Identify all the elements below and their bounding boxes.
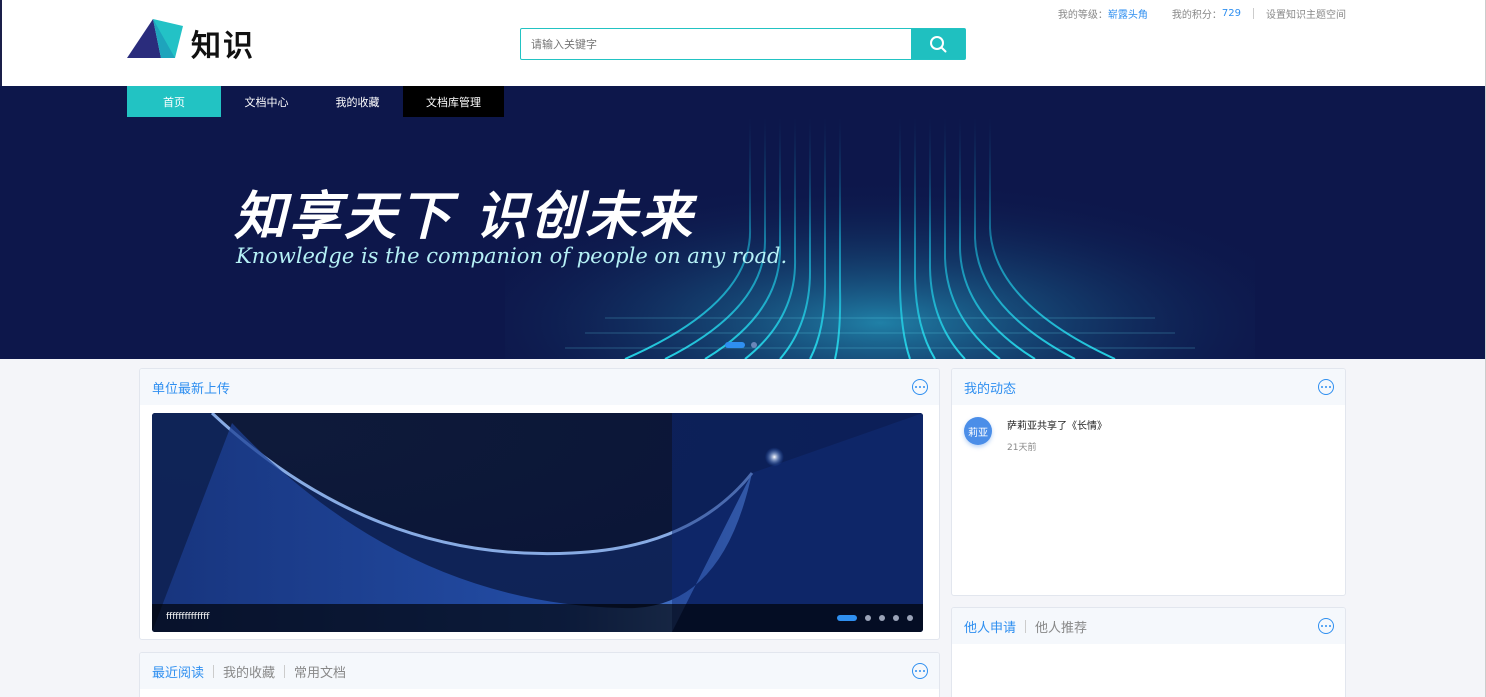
- carousel-dot-active[interactable]: [725, 342, 745, 348]
- banner-slogan-english: Knowledge is the companion of people on …: [236, 244, 788, 268]
- search-button[interactable]: [911, 29, 965, 59]
- nav-item-my-favorites[interactable]: 我的收藏: [312, 86, 403, 117]
- slide-dot[interactable]: [865, 615, 871, 621]
- settings-link[interactable]: 设置知识主题空间: [1266, 6, 1346, 21]
- reading-panel: 最近阅读 我的收藏 常用文档: [139, 652, 940, 697]
- divider: [284, 664, 286, 678]
- points-label: 我的积分：: [1171, 10, 1222, 21]
- divider: [213, 664, 215, 678]
- logo-text: 知识: [191, 29, 255, 64]
- panel-header: 我的动态: [952, 369, 1345, 405]
- slide-dot-active[interactable]: [837, 615, 857, 621]
- more-icon[interactable]: [912, 663, 928, 679]
- tab-common-documents[interactable]: 常用文档: [294, 662, 346, 681]
- tab-others-recommendations[interactable]: 他人推荐: [1035, 617, 1087, 636]
- my-activity-panel: 我的动态 莉亚 萨莉亚共享了《长情》 21天前: [951, 368, 1346, 596]
- more-icon[interactable]: [912, 379, 928, 395]
- activity-time: 21天前: [1007, 443, 1037, 453]
- more-icon[interactable]: [1318, 618, 1334, 634]
- logo-triangle-icon: [127, 19, 183, 58]
- slide-dot[interactable]: [879, 615, 885, 621]
- slide-dots: [837, 615, 913, 621]
- slide-caption-bar: ffffffffffffff: [152, 604, 923, 632]
- search-box: [520, 28, 966, 60]
- nav-item-library-management[interactable]: 文档库管理: [403, 86, 504, 117]
- window-edge: [0, 0, 2, 86]
- panel-header: 最近阅读 我的收藏 常用文档: [140, 653, 939, 689]
- panel-title: 我的动态: [964, 381, 1017, 397]
- upload-carousel-slide[interactable]: ffffffffffffff: [152, 413, 923, 632]
- banner-carousel-dots: [725, 342, 757, 348]
- search-icon: [930, 36, 947, 53]
- avatar: 莉亚: [964, 417, 992, 445]
- slide-dot[interactable]: [893, 615, 899, 621]
- site-logo[interactable]: 知识: [127, 17, 277, 65]
- tab-my-favorites[interactable]: 我的收藏: [223, 662, 275, 681]
- panel-header: 单位最新上传: [140, 369, 939, 405]
- tab-others-requests[interactable]: 他人申请: [964, 617, 1016, 636]
- panel-title: 单位最新上传: [152, 381, 231, 397]
- user-info-links: 我的等级： 崭露头角 我的积分： 729 设置知识主题空间: [1058, 6, 1346, 21]
- slide-image: [152, 413, 923, 632]
- nav-item-home[interactable]: 首页: [127, 86, 221, 117]
- latest-uploads-panel: 单位最新上传 ffffffffffffff: [139, 368, 940, 640]
- more-icon[interactable]: [1318, 379, 1334, 395]
- divider: [1253, 8, 1254, 19]
- carousel-dot[interactable]: [751, 342, 757, 348]
- panel-header: 他人申请 他人推荐: [952, 608, 1345, 644]
- activity-text: 萨莉亚共享了《长情》: [1007, 421, 1107, 432]
- main-nav: 首页 文档中心 我的收藏 文档库管理: [127, 86, 504, 117]
- level-value[interactable]: 崭露头角: [1108, 6, 1148, 21]
- divider: [1025, 619, 1027, 633]
- top-header: 知识 我的等级： 崭露头角 我的积分： 729 设置知识主题空间: [0, 0, 1486, 86]
- requests-panel: 他人申请 他人推荐: [951, 607, 1346, 697]
- nav-item-document-center[interactable]: 文档中心: [221, 86, 312, 117]
- search-input[interactable]: [521, 29, 911, 59]
- level-label: 我的等级：: [1057, 10, 1108, 21]
- slide-dot[interactable]: [907, 615, 913, 621]
- hero-banner: 首页 文档中心 我的收藏 文档库管理 知享天下 识创未来 Knowledge i…: [0, 86, 1486, 359]
- banner-slogan-chinese: 知享天下 识创未来: [234, 187, 696, 247]
- tab-recent-reading[interactable]: 最近阅读: [152, 662, 204, 681]
- points-value[interactable]: 729: [1222, 8, 1241, 19]
- slide-caption: ffffffffffffff: [166, 612, 210, 622]
